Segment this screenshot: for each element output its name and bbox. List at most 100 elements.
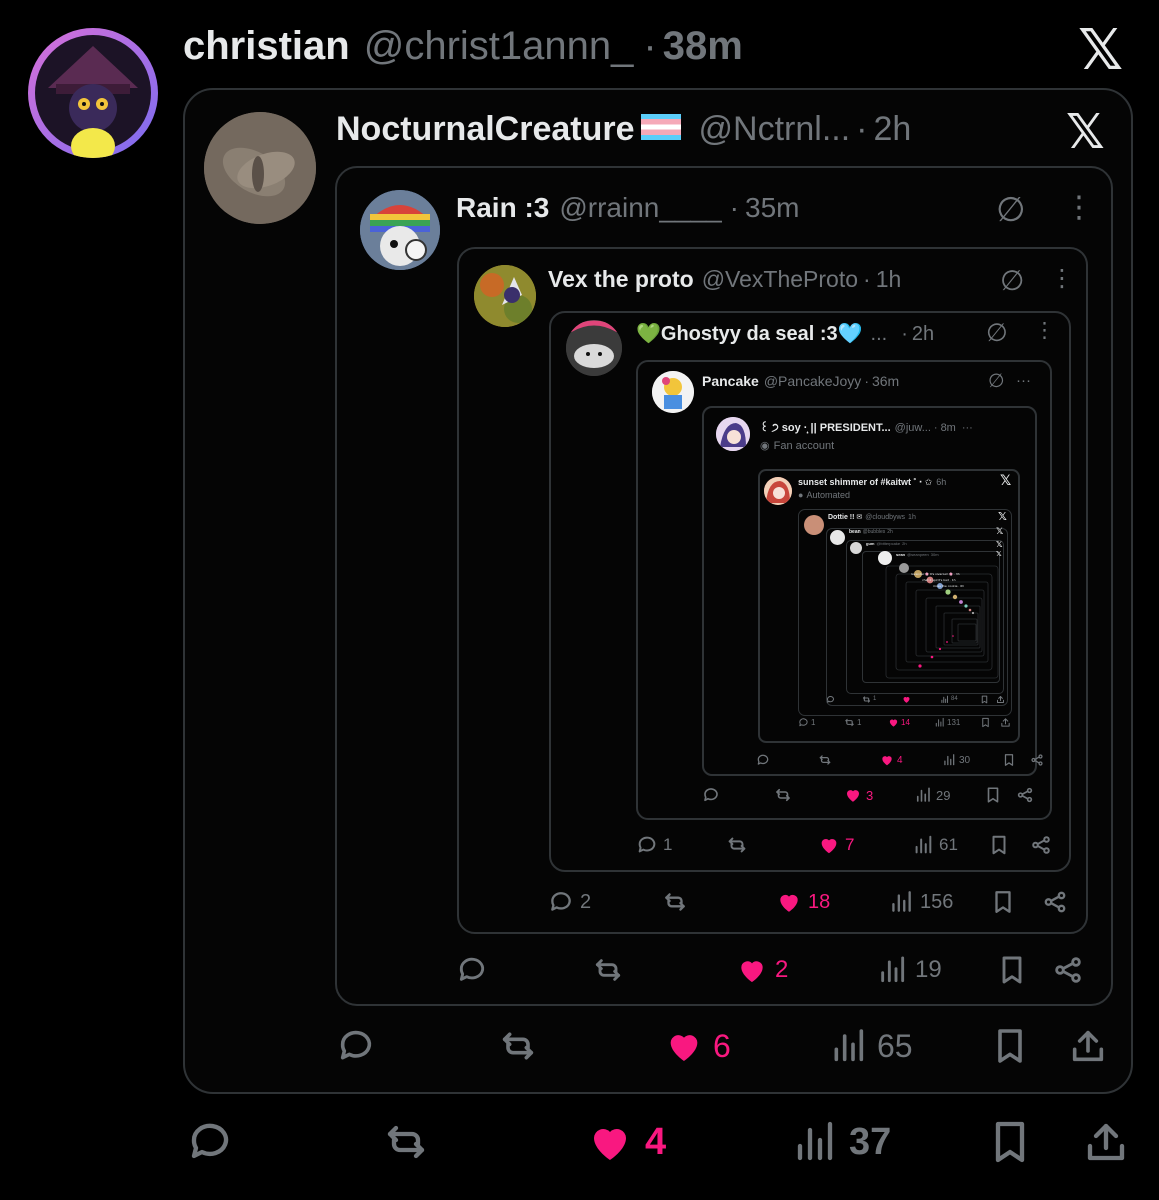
retweet-button[interactable]: 1 (844, 717, 861, 728)
avatar-dottie[interactable] (804, 515, 824, 535)
reply-button[interactable] (456, 954, 495, 986)
timestamp[interactable]: 38m (663, 24, 743, 69)
views-button[interactable]: 156 (888, 889, 953, 915)
display-name[interactable]: ꒰ ੭ soy ·̩͙ || PRESIDENT... (760, 419, 891, 435)
handle[interactable]: @Nctrnl... (699, 110, 851, 149)
more-options-icon[interactable]: ··· (1016, 372, 1031, 389)
bookmark-button[interactable] (990, 889, 1016, 915)
reply-button[interactable] (756, 753, 773, 767)
retweet-button[interactable] (726, 834, 753, 856)
views-button[interactable]: 19 (876, 954, 942, 986)
handle[interactable]: @bubbles (863, 529, 886, 535)
handle[interactable]: @PancakeJoyy (764, 373, 861, 389)
like-button[interactable]: 3 (844, 786, 873, 804)
timestamp[interactable]: 1h (908, 514, 916, 521)
share-button[interactable] (1052, 954, 1084, 986)
timestamp[interactable]: 8m (941, 422, 956, 434)
display-name[interactable]: Rain :3 (456, 192, 549, 224)
avatar-christian[interactable] (28, 28, 158, 158)
timestamp[interactable]: 36m (872, 373, 899, 389)
grok-icon[interactable]: ∅ (996, 190, 1026, 230)
retweet-button[interactable] (774, 786, 796, 804)
grok-icon[interactable]: ∅ (1000, 264, 1024, 297)
avatar-ghostyy[interactable] (566, 320, 622, 376)
grok-icon[interactable]: ∅ (986, 318, 1008, 348)
reply-button[interactable] (336, 1026, 385, 1066)
reply-button[interactable]: 1 (636, 834, 672, 856)
more-options-icon[interactable]: ⋮ (1034, 318, 1055, 343)
timestamp[interactable]: 35m (745, 192, 799, 224)
timestamp[interactable]: 6h (936, 477, 946, 487)
like-button[interactable]: 7 (818, 834, 854, 856)
share-button[interactable] (1030, 753, 1044, 767)
like-button[interactable]: 2 (736, 954, 788, 986)
share-button[interactable] (1082, 1118, 1130, 1166)
bookmark-button[interactable] (986, 1118, 1034, 1166)
display-name[interactable]: sunset shimmer of #kaitwt ˚ ‧ ✩ (798, 477, 932, 488)
handle[interactable]: @rrainn____ (559, 192, 721, 224)
like-button[interactable]: 18 (776, 889, 830, 915)
retweet-button[interactable] (498, 1026, 547, 1066)
handle[interactable]: @bitterpcake (876, 541, 900, 546)
more-options-icon[interactable]: ··· (962, 422, 973, 434)
share-button[interactable] (1042, 889, 1068, 915)
timestamp[interactable]: 1h (876, 266, 902, 293)
timestamp[interactable]: 2h (912, 323, 934, 346)
avatar-gum[interactable] (850, 542, 862, 554)
retweet-button[interactable] (662, 889, 694, 915)
avatar-bean[interactable] (830, 530, 845, 545)
handle[interactable]: @christ1annn_ (364, 24, 634, 69)
display-name[interactable]: Vex the proto (548, 266, 694, 293)
views-button[interactable]: 37 (790, 1118, 891, 1166)
avatar-sunset-shimmer[interactable] (764, 477, 792, 505)
share-button[interactable] (996, 695, 1005, 704)
avatar-nocturnalcreature[interactable] (204, 112, 316, 224)
retweet-button[interactable] (382, 1118, 441, 1166)
views-button[interactable]: 131 (934, 717, 960, 728)
like-button[interactable]: 4 (586, 1118, 666, 1166)
retweet-button[interactable] (818, 753, 835, 767)
display-name[interactable]: gum (866, 541, 874, 546)
reply-button[interactable] (826, 695, 837, 704)
like-button[interactable]: 6 (664, 1026, 731, 1066)
like-button[interactable] (902, 695, 913, 704)
views-button[interactable]: 30 (942, 753, 970, 767)
share-button[interactable] (1000, 717, 1011, 728)
reply-button[interactable]: 1 (798, 717, 815, 728)
views-button[interactable]: 29 (914, 786, 950, 804)
retweet-button[interactable]: 1 (862, 695, 876, 704)
bookmark-button[interactable] (1002, 753, 1016, 767)
like-button[interactable]: 4 (880, 753, 903, 767)
like-button[interactable]: 14 (888, 717, 910, 728)
views-button[interactable]: 61 (912, 834, 958, 856)
display-name[interactable]: Dottie !! ✉ (828, 513, 862, 521)
timestamp[interactable]: 2h (873, 110, 911, 149)
share-button[interactable] (1068, 1026, 1108, 1066)
bookmark-button[interactable] (988, 834, 1010, 856)
more-options-icon[interactable]: ⋮ (1064, 190, 1094, 225)
share-button[interactable] (1016, 786, 1034, 804)
handle[interactable]: ... (871, 323, 888, 346)
bookmark-button[interactable] (980, 695, 989, 704)
retweet-button[interactable] (592, 954, 631, 986)
display-name[interactable]: Pancake (702, 373, 759, 389)
bookmark-button[interactable] (980, 717, 991, 728)
reply-button[interactable]: 2 (548, 889, 591, 915)
display-name[interactable]: bean (849, 529, 861, 535)
handle[interactable]: @VexTheProto (702, 266, 858, 293)
grok-icon[interactable]: ∅ (988, 370, 1005, 393)
display-name[interactable]: christian (183, 24, 350, 69)
avatar-vex[interactable] (474, 265, 536, 327)
display-name[interactable]: 💚Ghostyy da seal :3🩵 (636, 321, 863, 346)
views-button[interactable]: 84 (940, 695, 958, 704)
timestamp[interactable]: 2h (902, 541, 906, 546)
reply-button[interactable] (186, 1118, 245, 1166)
reply-button[interactable] (702, 786, 724, 804)
bookmark-button[interactable] (984, 786, 1002, 804)
avatar-pancake[interactable] (652, 371, 694, 413)
more-options-icon[interactable]: ⋮ (1050, 264, 1074, 293)
bookmark-button[interactable] (990, 1026, 1030, 1066)
views-button[interactable]: 65 (828, 1026, 913, 1066)
display-name[interactable]: NocturnalCreature (336, 110, 635, 149)
handle[interactable]: @cloudbyws (865, 514, 905, 521)
